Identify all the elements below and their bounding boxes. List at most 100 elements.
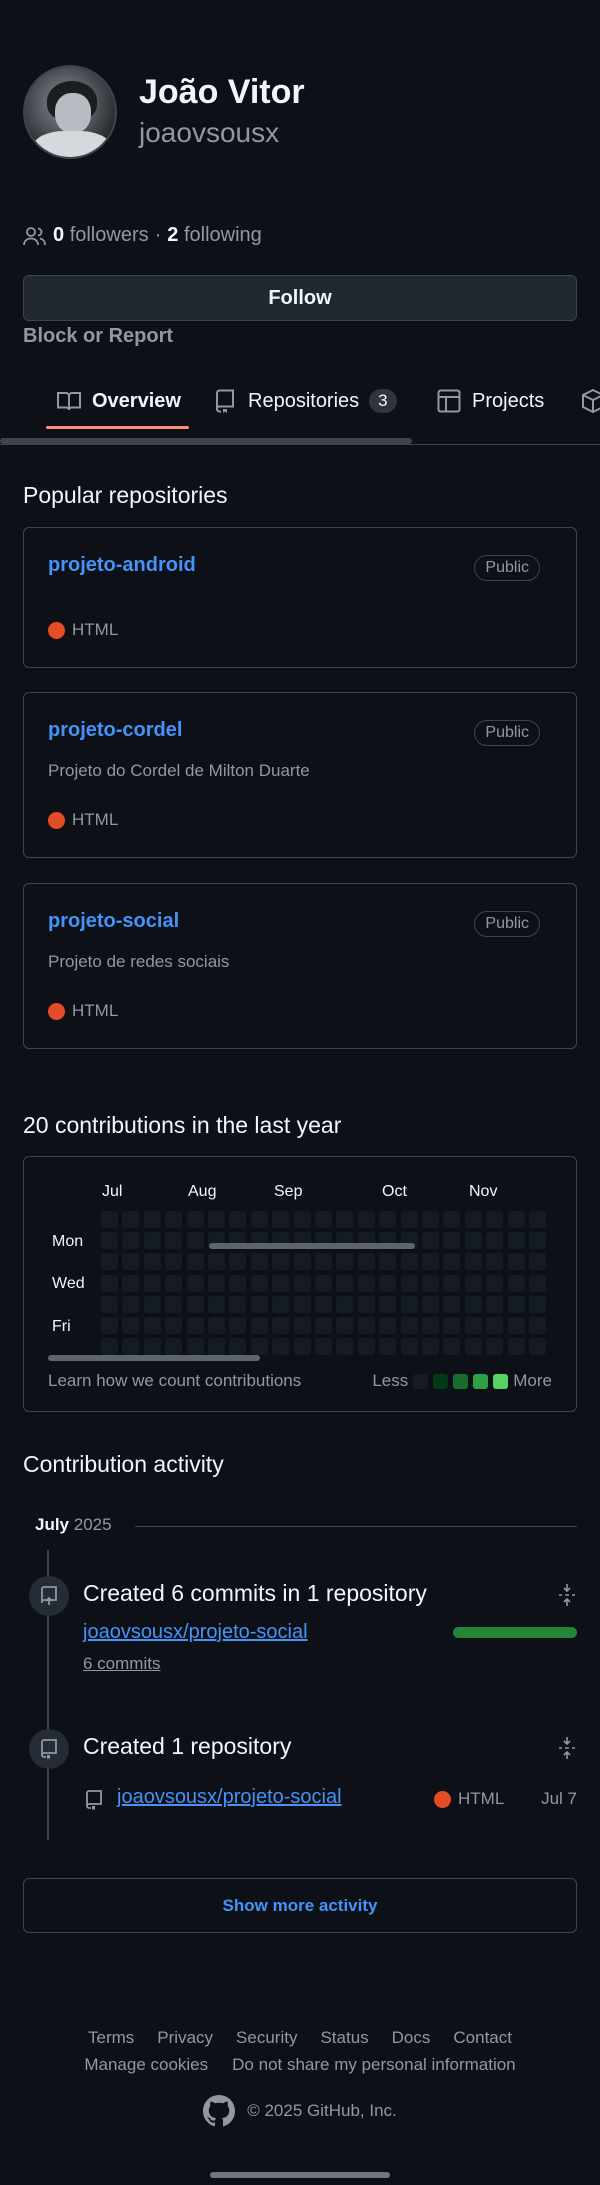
- contribution-day[interactable]: [400, 1317, 418, 1334]
- contribution-day[interactable]: [529, 1232, 546, 1250]
- contribution-day[interactable]: [165, 1295, 183, 1313]
- footer-link[interactable]: Manage cookies: [84, 2055, 208, 2075]
- contribution-day[interactable]: [379, 1338, 397, 1356]
- contribution-day[interactable]: [507, 1274, 525, 1292]
- contribution-day[interactable]: [486, 1274, 504, 1292]
- contribution-day[interactable]: [507, 1317, 525, 1334]
- contribution-day[interactable]: [379, 1317, 397, 1334]
- contribution-day[interactable]: [250, 1295, 268, 1313]
- contribution-day[interactable]: [122, 1253, 140, 1271]
- contribution-day[interactable]: [143, 1232, 161, 1250]
- contribution-day[interactable]: [101, 1232, 118, 1250]
- contribution-day[interactable]: [165, 1211, 183, 1228]
- contribution-day[interactable]: [336, 1317, 354, 1334]
- footer-link[interactable]: Privacy: [157, 2028, 213, 2048]
- contribution-day[interactable]: [101, 1211, 118, 1228]
- contribution-day[interactable]: [529, 1338, 546, 1356]
- contribution-day[interactable]: [229, 1274, 247, 1292]
- contribution-day[interactable]: [250, 1211, 268, 1228]
- contribution-day[interactable]: [464, 1232, 482, 1250]
- contribution-day[interactable]: [422, 1211, 439, 1228]
- contribution-day[interactable]: [464, 1338, 482, 1356]
- contribution-day[interactable]: [400, 1338, 418, 1356]
- contribution-day[interactable]: [208, 1274, 225, 1292]
- footer-link[interactable]: Contact: [453, 2028, 512, 2048]
- contribution-day[interactable]: [101, 1274, 118, 1292]
- contribution-day[interactable]: [315, 1274, 332, 1292]
- repo-link[interactable]: projeto-cordel: [48, 719, 182, 742]
- contribution-day[interactable]: [357, 1253, 375, 1271]
- contribution-day[interactable]: [400, 1253, 418, 1271]
- contribution-day[interactable]: [315, 1317, 332, 1334]
- contribution-day[interactable]: [250, 1338, 268, 1356]
- repo-link[interactable]: projeto-social: [48, 910, 179, 933]
- contribution-day[interactable]: [357, 1295, 375, 1313]
- repo-link[interactable]: projeto-android: [48, 554, 196, 577]
- contribution-day[interactable]: [272, 1211, 290, 1228]
- contribution-day[interactable]: [336, 1295, 354, 1313]
- footer-link[interactable]: Security: [236, 2028, 297, 2048]
- contribution-day[interactable]: [122, 1274, 140, 1292]
- contribution-day[interactable]: [250, 1253, 268, 1271]
- contribution-day[interactable]: [486, 1232, 504, 1250]
- tabs-scrollbar[interactable]: [0, 438, 412, 444]
- contribution-day[interactable]: [122, 1232, 140, 1250]
- contribution-day[interactable]: [250, 1274, 268, 1292]
- contribution-day[interactable]: [122, 1295, 140, 1313]
- contribution-day[interactable]: [507, 1295, 525, 1313]
- contribution-day[interactable]: [208, 1295, 225, 1313]
- contribution-day[interactable]: [315, 1338, 332, 1356]
- contribution-day[interactable]: [379, 1295, 397, 1313]
- avatar[interactable]: [23, 65, 117, 159]
- footer-link[interactable]: Status: [320, 2028, 368, 2048]
- contribution-day[interactable]: [400, 1211, 418, 1228]
- contribution-day[interactable]: [357, 1211, 375, 1228]
- footer-link[interactable]: Do not share my personal information: [232, 2055, 515, 2075]
- contribution-day[interactable]: [379, 1274, 397, 1292]
- show-more-activity-button[interactable]: Show more activity: [23, 1878, 577, 1933]
- contribution-day[interactable]: [507, 1232, 525, 1250]
- contribution-day[interactable]: [186, 1211, 204, 1228]
- contribution-day[interactable]: [443, 1232, 461, 1250]
- contribution-day[interactable]: [400, 1295, 418, 1313]
- contribution-day[interactable]: [379, 1211, 397, 1228]
- contribution-day[interactable]: [143, 1253, 161, 1271]
- contribution-day[interactable]: [272, 1253, 290, 1271]
- contribution-day[interactable]: [165, 1232, 183, 1250]
- contribution-day[interactable]: [357, 1317, 375, 1334]
- contribution-day[interactable]: [443, 1317, 461, 1334]
- contribution-day[interactable]: [443, 1338, 461, 1356]
- contribution-day[interactable]: [336, 1211, 354, 1228]
- contribution-day[interactable]: [486, 1253, 504, 1271]
- contribution-day[interactable]: [165, 1338, 183, 1356]
- contribution-day[interactable]: [293, 1211, 311, 1228]
- contribution-day[interactable]: [101, 1317, 118, 1334]
- contribution-day[interactable]: [208, 1338, 225, 1356]
- contribution-day[interactable]: [101, 1338, 118, 1356]
- contribution-day[interactable]: [486, 1211, 504, 1228]
- contribution-day[interactable]: [293, 1253, 311, 1271]
- contribution-day[interactable]: [443, 1211, 461, 1228]
- contribution-day[interactable]: [272, 1317, 290, 1334]
- contribution-day[interactable]: [186, 1338, 204, 1356]
- tab-packages[interactable]: [580, 384, 600, 418]
- contribution-day[interactable]: [272, 1274, 290, 1292]
- contribution-day[interactable]: [186, 1232, 204, 1250]
- contribution-day[interactable]: [443, 1274, 461, 1292]
- contribution-day[interactable]: [400, 1274, 418, 1292]
- contribution-day[interactable]: [422, 1317, 439, 1334]
- contribution-day[interactable]: [464, 1274, 482, 1292]
- contribution-day[interactable]: [422, 1253, 439, 1271]
- contribution-day[interactable]: [229, 1211, 247, 1228]
- contribution-day[interactable]: [165, 1274, 183, 1292]
- contribution-day[interactable]: [186, 1317, 204, 1334]
- contribution-day[interactable]: [165, 1253, 183, 1271]
- contribution-day[interactable]: [507, 1211, 525, 1228]
- contribution-day[interactable]: [422, 1232, 439, 1250]
- contribution-day[interactable]: [529, 1253, 546, 1271]
- contribution-day[interactable]: [529, 1211, 546, 1228]
- contribution-day[interactable]: [143, 1211, 161, 1228]
- contribution-day[interactable]: [464, 1253, 482, 1271]
- contribution-day[interactable]: [229, 1295, 247, 1313]
- contribution-day[interactable]: [143, 1274, 161, 1292]
